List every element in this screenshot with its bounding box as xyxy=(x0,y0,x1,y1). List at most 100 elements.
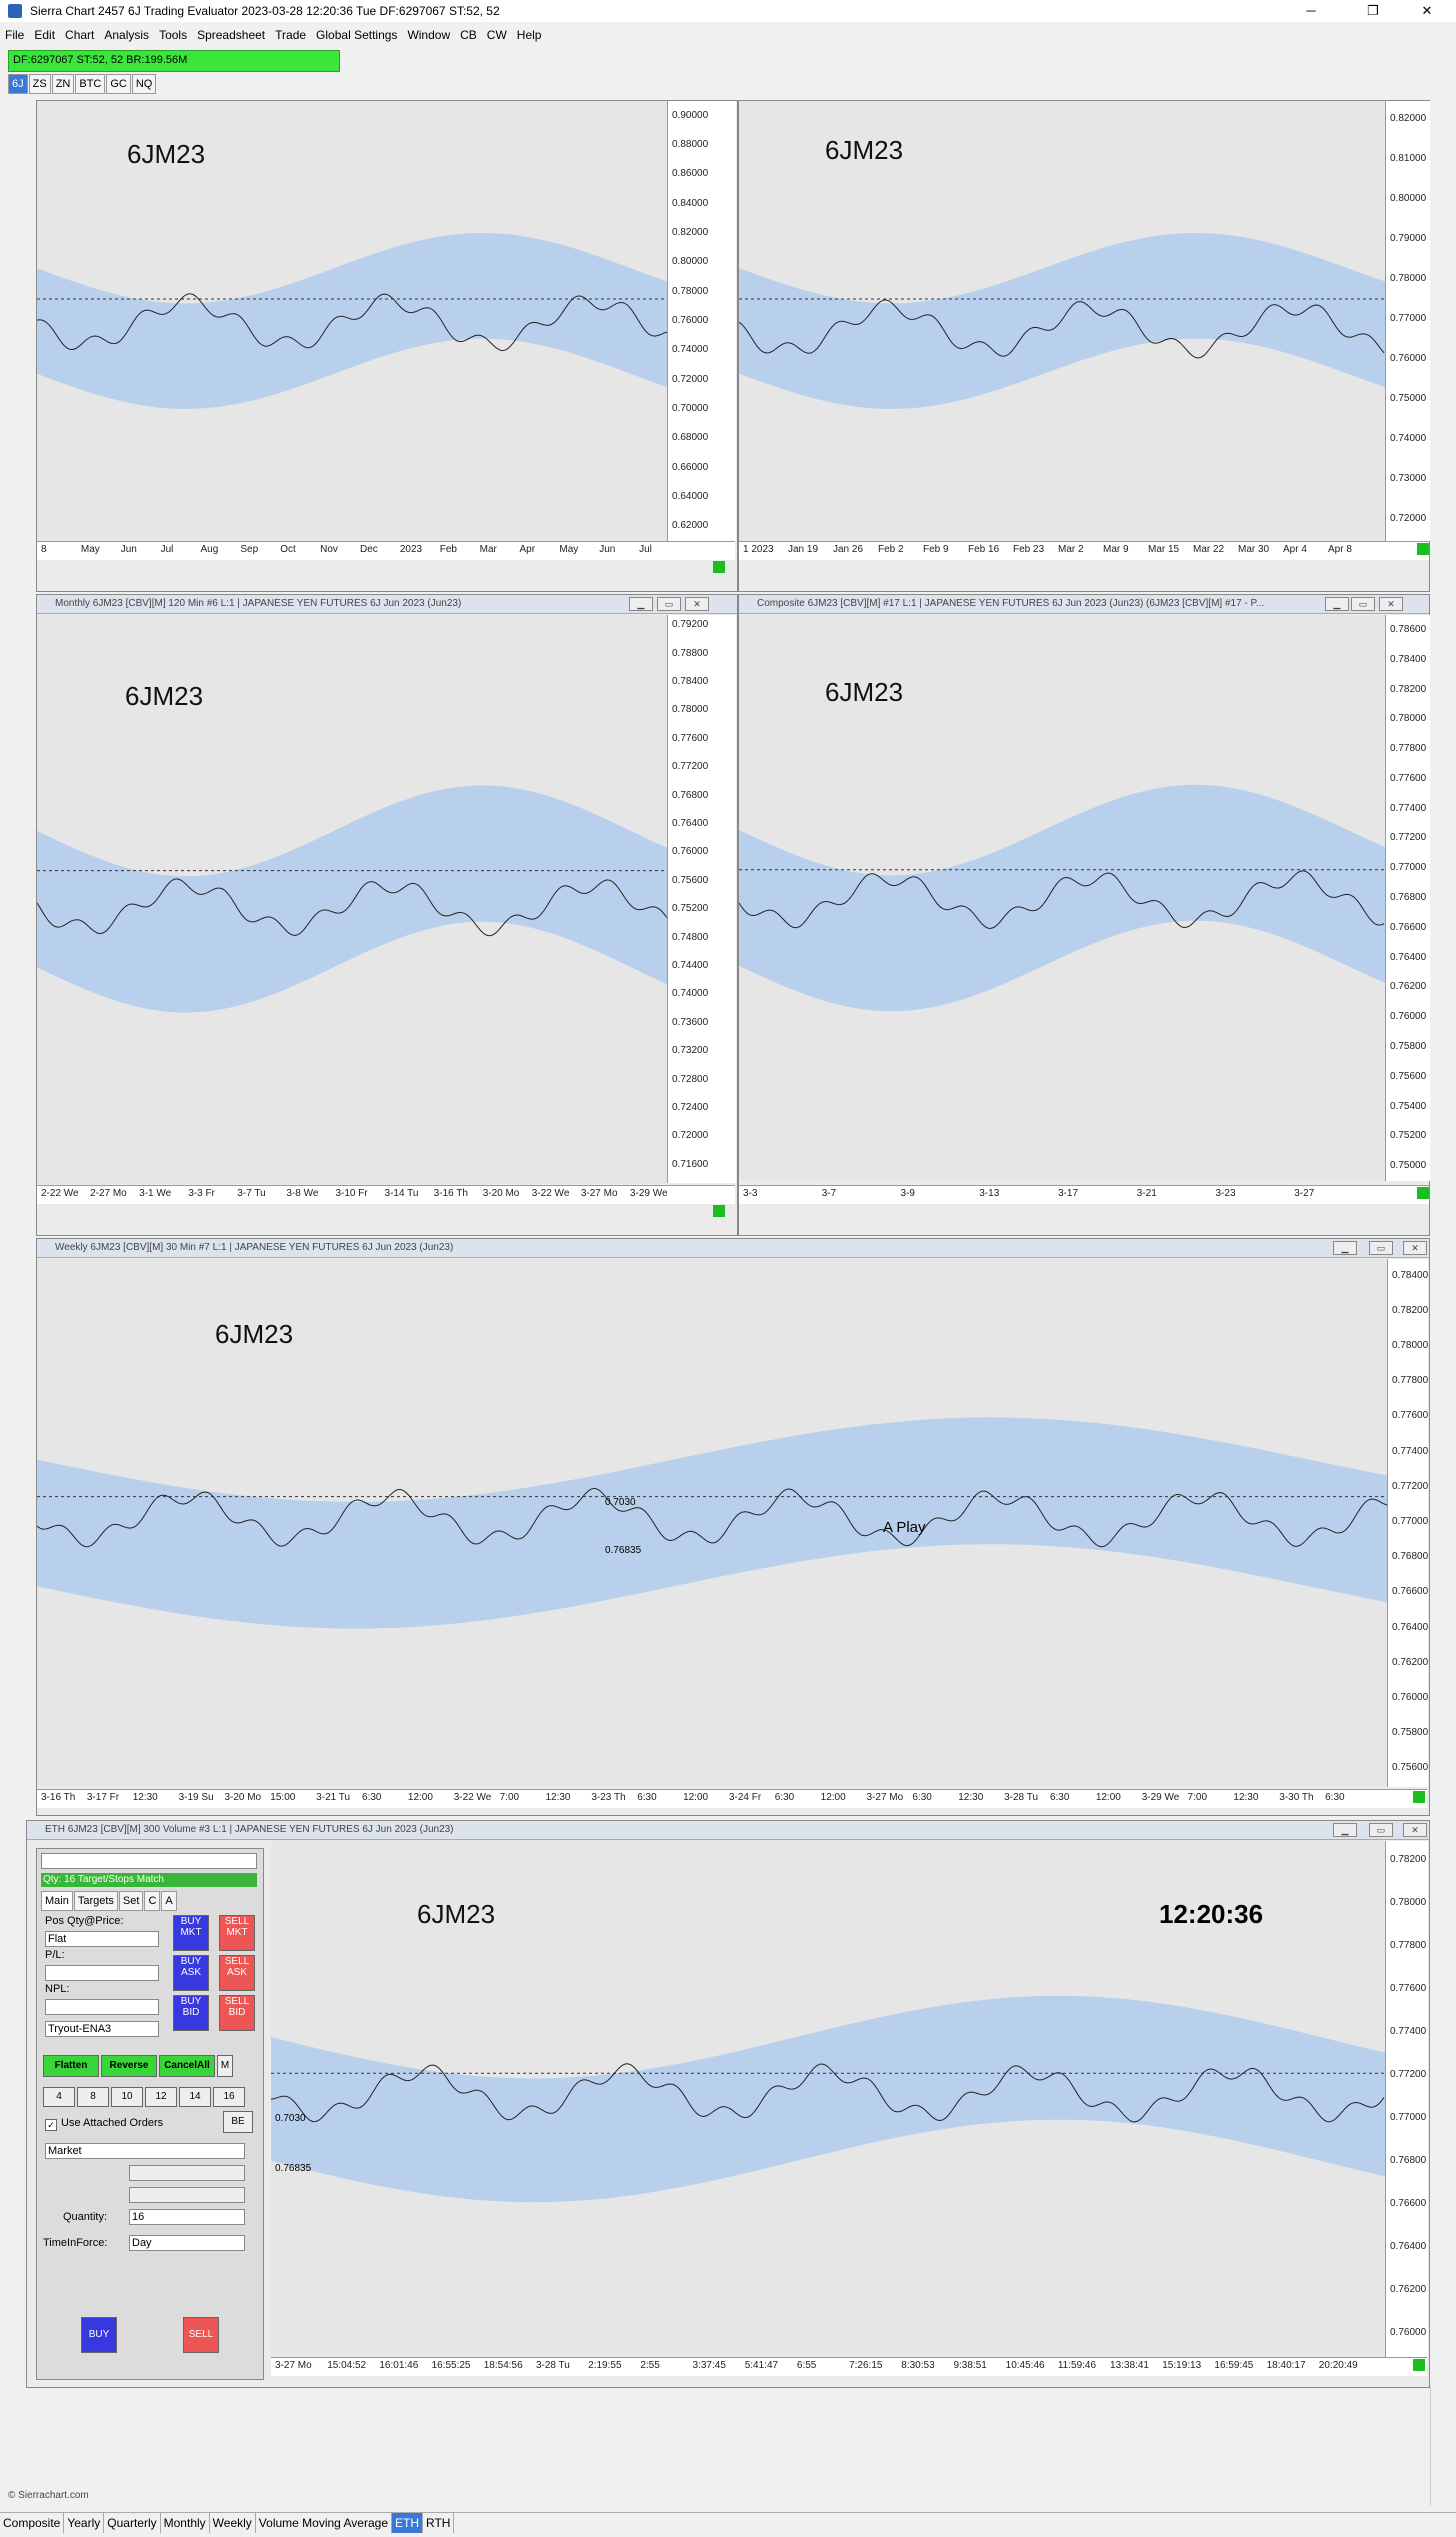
workspace-scrollbar[interactable] xyxy=(1430,2386,1451,2506)
time-axis[interactable]: 3-27 Mo 15:04:52 16:01:46 16:55:25 18:54:56 3… xyxy=(271,2357,1427,2376)
chart-window-composite[interactable]: Composite 6JM23 [CBV][M] #17 L:1 | JAPAN… xyxy=(738,594,1430,1236)
price-axis[interactable]: 0.90000 0.88000 0.86000 0.84000 0.82000 0.800… xyxy=(667,101,736,541)
m-button[interactable]: M xyxy=(217,2055,233,2077)
order-type-select[interactable]: Market xyxy=(45,2143,245,2159)
menu-trade[interactable]: Trade xyxy=(270,24,311,46)
chart-restore-button[interactable]: ▭ xyxy=(1369,1241,1393,1255)
trade-symbol-select[interactable] xyxy=(41,1853,257,1869)
cancel-all-button[interactable]: CancelAll xyxy=(159,2055,215,2077)
chart-header[interactable]: Weekly 6JM23 [CBV][M] 30 Min #7 L:1 | JA… xyxy=(37,1239,1429,1258)
close-button[interactable]: ✕ xyxy=(1404,0,1450,22)
price-axis[interactable]: 0.78400 0.78200 0.78000 0.77800 0.77600 0.774… xyxy=(1387,1259,1428,1787)
tab-targets[interactable]: Targets xyxy=(73,1891,118,1911)
minimize-button[interactable]: ─ xyxy=(1288,0,1334,22)
tab-volume-moving-average[interactable]: Volume Moving Average xyxy=(256,2513,392,2533)
breakeven-button[interactable]: BE xyxy=(223,2111,253,2133)
tab-composite[interactable]: Composite xyxy=(0,2513,65,2533)
buy-market-button[interactable]: BUY MKT xyxy=(173,1915,209,1951)
tab-eth[interactable]: ETH xyxy=(392,2513,423,2533)
tab-quarterly[interactable]: Quarterly xyxy=(104,2513,161,2533)
sell-button[interactable]: SELL xyxy=(183,2317,219,2353)
tab-rth[interactable]: RTH xyxy=(423,2513,455,2533)
buy-bid-button[interactable]: BUY BID xyxy=(173,1995,209,2031)
time-tick-label: 12:30 xyxy=(1233,1792,1259,1803)
chart-window-weekly[interactable]: Weekly 6JM23 [CBV][M] 30 Min #7 L:1 | JA… xyxy=(36,1238,1430,1816)
menu-spreadsheet[interactable]: Spreadsheet xyxy=(192,24,270,46)
time-axis[interactable]: 3-16 Th 3-17 Fr 12:30 3-19 Su 3-20 Mo 15:00 3-… xyxy=(37,1789,1427,1808)
price-axis[interactable]: 0.79200 0.78800 0.78400 0.78000 0.77600 0.772… xyxy=(667,615,736,1183)
chart-window-quarterly[interactable]: 6JM23 0.82000 0.81000 0.80000 0.79000 0.7800… xyxy=(738,100,1430,592)
menu-tools[interactable]: Tools xyxy=(154,24,192,46)
tab-main[interactable]: Main xyxy=(41,1891,73,1911)
tab-set[interactable]: Set xyxy=(118,1891,144,1911)
chart-minimize-button[interactable]: ▁ xyxy=(1333,1241,1357,1255)
chart-window-monthly[interactable]: Monthly 6JM23 [CBV][M] 120 Min #6 L:1 | … xyxy=(36,594,738,1236)
time-tick-label: 12:30 xyxy=(132,1792,158,1803)
chart-restore-button[interactable]: ▭ xyxy=(1369,1823,1393,1837)
qty-button-8[interactable]: 8 xyxy=(77,2087,109,2107)
tab-weekly[interactable]: Weekly xyxy=(210,2513,256,2533)
tab-a[interactable]: A xyxy=(161,1891,177,1911)
chart-minimize-button[interactable]: ▁ xyxy=(1325,597,1349,611)
symbol-button-nq[interactable]: NQ xyxy=(131,74,157,94)
attached-orders-checkbox[interactable]: ✓ xyxy=(45,2119,57,2131)
chart-header[interactable]: Monthly 6JM23 [CBV][M] 120 Min #6 L:1 | … xyxy=(37,595,737,614)
tif-select[interactable]: Day xyxy=(129,2235,245,2251)
chart-plot-area[interactable] xyxy=(739,101,1385,541)
chart-close-button[interactable]: ✕ xyxy=(1379,597,1403,611)
sell-bid-button[interactable]: SELL BID xyxy=(219,1995,255,2031)
quantity-field[interactable]: 16 xyxy=(129,2209,245,2225)
menu-help[interactable]: Help xyxy=(512,24,547,46)
symbol-button-btc[interactable]: BTC xyxy=(75,74,106,94)
price-tick-label: 0.76000 xyxy=(1390,353,1427,364)
price-axis[interactable]: 0.82000 0.81000 0.80000 0.79000 0.78000 0.770… xyxy=(1385,101,1430,541)
qty-button-4[interactable]: 4 xyxy=(43,2087,75,2107)
chart-close-button[interactable]: ✕ xyxy=(1403,1241,1427,1255)
chart-header[interactable]: Composite 6JM23 [CBV][M] #17 L:1 | JAPAN… xyxy=(739,595,1429,614)
flatten-button[interactable]: Flatten xyxy=(43,2055,99,2077)
symbol-button-zs[interactable]: ZS xyxy=(28,74,51,94)
price1-field[interactable] xyxy=(129,2165,245,2181)
sell-market-button[interactable]: SELL MKT xyxy=(219,1915,255,1951)
maximize-button[interactable]: ❐ xyxy=(1350,0,1396,22)
symbol-button-zn[interactable]: ZN xyxy=(51,74,75,94)
menu-analysis[interactable]: Analysis xyxy=(99,24,154,46)
menu-global-settings[interactable]: Global Settings xyxy=(311,24,402,46)
menu-cw[interactable]: CW xyxy=(482,24,512,46)
price-axis[interactable]: 0.78600 0.78400 0.78200 0.78000 0.77800 0.776… xyxy=(1385,615,1430,1181)
time-tick-label: Mar 22 xyxy=(1193,544,1225,555)
qty-button-10[interactable]: 10 xyxy=(111,2087,143,2107)
chart-minimize-button[interactable]: ▁ xyxy=(629,597,653,611)
menu-cb[interactable]: CB xyxy=(455,24,482,46)
menu-edit[interactable]: Edit xyxy=(29,24,60,46)
time-axis[interactable]: 1 2023 Jan 19 Jan 26 Feb 2 Feb 9 Feb 16 Feb 23… xyxy=(739,541,1429,560)
time-axis[interactable]: 2-22 We 2-27 Mo 3-1 We 3-3 Fr 3-7 Tu 3-8 We 3-… xyxy=(37,1185,735,1204)
time-axis[interactable]: 3-3 3-7 3-9 3-13 3-17 3-21 3-23 3-27 xyxy=(739,1185,1429,1204)
chart-restore-button[interactable]: ▭ xyxy=(657,597,681,611)
chart-close-button[interactable]: ✕ xyxy=(685,597,709,611)
qty-button-16[interactable]: 16 xyxy=(213,2087,245,2107)
buy-ask-button[interactable]: BUY ASK xyxy=(173,1955,209,1991)
reverse-button[interactable]: Reverse xyxy=(101,2055,157,2077)
price2-field[interactable] xyxy=(129,2187,245,2203)
tab-c[interactable]: C xyxy=(144,1891,161,1911)
buy-button[interactable]: BUY xyxy=(81,2317,117,2353)
chart-restore-button[interactable]: ▭ xyxy=(1351,597,1375,611)
chart-header[interactable]: ETH 6JM23 [CBV][M] 300 Volume #3 L:1 | J… xyxy=(27,1821,1429,1840)
sell-ask-button[interactable]: SELL ASK xyxy=(219,1955,255,1991)
qty-button-14[interactable]: 14 xyxy=(179,2087,211,2107)
symbol-button-6j[interactable]: 6J xyxy=(8,74,28,94)
time-axis[interactable]: 8 May Jun Jul Aug Sep Oct Nov Dec 2023 Feb Mar Apr Ma… xyxy=(37,541,735,560)
menu-file[interactable]: File xyxy=(0,24,29,46)
qty-button-12[interactable]: 12 xyxy=(145,2087,177,2107)
menu-chart[interactable]: Chart xyxy=(60,24,99,46)
account-select[interactable]: Tryout-ENA3 xyxy=(45,2021,159,2037)
menu-window[interactable]: Window xyxy=(402,24,455,46)
tab-yearly[interactable]: Yearly xyxy=(64,2513,105,2533)
chart-window-yearly[interactable]: 6JM23 0.90000 0.88000 0.86000 0.84000 0.8200… xyxy=(36,100,738,592)
chart-close-button[interactable]: ✕ xyxy=(1403,1823,1427,1837)
chart-minimize-button[interactable]: ▁ xyxy=(1333,1823,1357,1837)
symbol-button-gc[interactable]: GC xyxy=(106,74,131,94)
tab-monthly[interactable]: Monthly xyxy=(161,2513,210,2533)
price-axis[interactable]: 0.78200 0.78000 0.77800 0.77600 0.77400 0.772… xyxy=(1385,1841,1428,2357)
